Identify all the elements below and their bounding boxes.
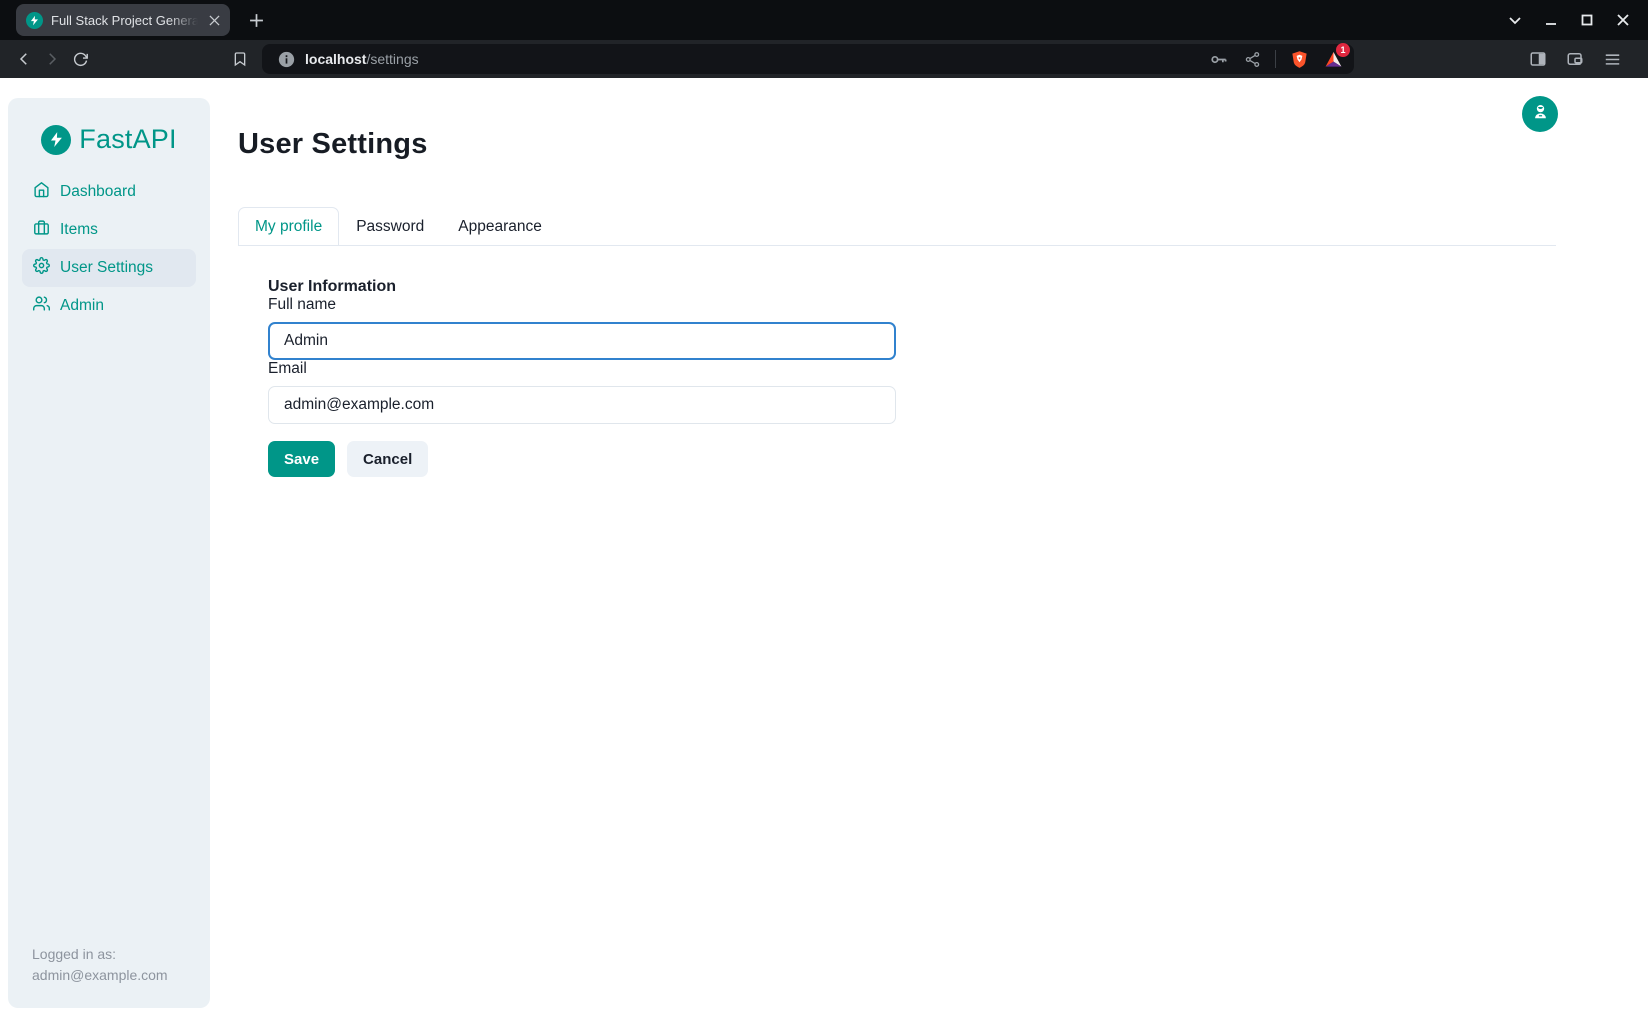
full-name-input[interactable] [268, 322, 896, 360]
cancel-button[interactable]: Cancel [347, 441, 428, 477]
tab-password[interactable]: Password [339, 207, 441, 245]
fastapi-logo: FastAPI [41, 124, 176, 155]
tab-appearance[interactable]: Appearance [441, 207, 559, 245]
key-icon[interactable] [1207, 48, 1229, 70]
logged-in-info: Logged in as: admin@example.com [8, 944, 210, 1008]
sidebar-item-dashboard[interactable]: Dashboard [22, 173, 196, 211]
sidebar-item-label: User Settings [60, 259, 153, 277]
sidebar-item-admin[interactable]: Admin [22, 287, 196, 325]
logged-in-email: admin@example.com [32, 965, 186, 986]
url-path: /settings [366, 51, 418, 67]
toolbar-divider [1275, 50, 1276, 68]
users-icon [33, 295, 50, 317]
bookmark-icon[interactable] [226, 45, 254, 73]
page-title: User Settings [238, 128, 1556, 161]
settings-tabs: My profile Password Appearance [238, 207, 1556, 246]
full-name-label: Full name [268, 296, 336, 313]
menu-icon[interactable] [1600, 47, 1624, 71]
sidebar: FastAPI Dashboard Items User Settings [8, 98, 210, 1008]
email-label: Email [268, 360, 307, 377]
save-button[interactable]: Save [268, 441, 335, 477]
briefcase-icon [33, 219, 50, 241]
section-title: User Information [268, 278, 1556, 296]
sidebar-item-label: Admin [60, 297, 104, 315]
tab-my-profile[interactable]: My profile [238, 207, 339, 245]
user-avatar-icon [1531, 102, 1550, 126]
gear-icon [33, 257, 50, 279]
forward-icon[interactable] [38, 45, 66, 73]
page-content: FastAPI Dashboard Items User Settings [0, 78, 1648, 1025]
tab-close-icon[interactable] [206, 12, 222, 28]
bat-rewards-icon[interactable]: 1 [1322, 48, 1344, 70]
brave-shield-icon[interactable] [1288, 48, 1310, 70]
home-icon [33, 181, 50, 203]
tab-title: Full Stack Project Genera [51, 13, 198, 28]
back-icon[interactable] [10, 45, 38, 73]
email-input[interactable] [268, 386, 896, 424]
url-host: localhost [305, 51, 366, 67]
address-bar[interactable]: localhost/settings 1 [262, 44, 1354, 74]
window-controls [1502, 0, 1648, 40]
browser-tab-strip: Full Stack Project Genera [0, 0, 1648, 40]
user-menu-button[interactable] [1522, 96, 1558, 132]
tab-search-icon[interactable] [1502, 7, 1528, 33]
wallet-icon[interactable] [1563, 47, 1587, 71]
browser-tab[interactable]: Full Stack Project Genera [16, 4, 230, 36]
browser-toolbar: localhost/settings 1 [0, 40, 1648, 78]
fastapi-logo-icon [41, 125, 71, 155]
toolbar-right-icons [1526, 47, 1624, 71]
logged-in-label: Logged in as: [32, 944, 186, 965]
maximize-icon[interactable] [1574, 7, 1600, 33]
sidebar-item-label: Items [60, 221, 98, 239]
side-panel-icon[interactable] [1526, 47, 1550, 71]
site-info-icon[interactable] [278, 51, 295, 68]
sidebar-item-user-settings[interactable]: User Settings [22, 249, 196, 287]
share-icon[interactable] [1241, 48, 1263, 70]
sidebar-item-items[interactable]: Items [22, 211, 196, 249]
reload-icon[interactable] [66, 45, 94, 73]
my-profile-panel: User Information Full name Email Save Ca… [238, 246, 1556, 477]
fastapi-favicon-icon [26, 12, 43, 29]
sidebar-item-label: Dashboard [60, 183, 136, 201]
sidebar-nav: Dashboard Items User Settings Admin [8, 173, 210, 325]
main-content: User Settings My profile Password Appear… [210, 78, 1648, 1025]
rewards-badge: 1 [1336, 43, 1350, 57]
fastapi-logo-text: FastAPI [79, 124, 176, 155]
window-close-icon[interactable] [1610, 7, 1636, 33]
form-actions: Save Cancel [268, 441, 1556, 477]
new-tab-icon[interactable] [244, 8, 268, 32]
minimize-icon[interactable] [1538, 7, 1564, 33]
